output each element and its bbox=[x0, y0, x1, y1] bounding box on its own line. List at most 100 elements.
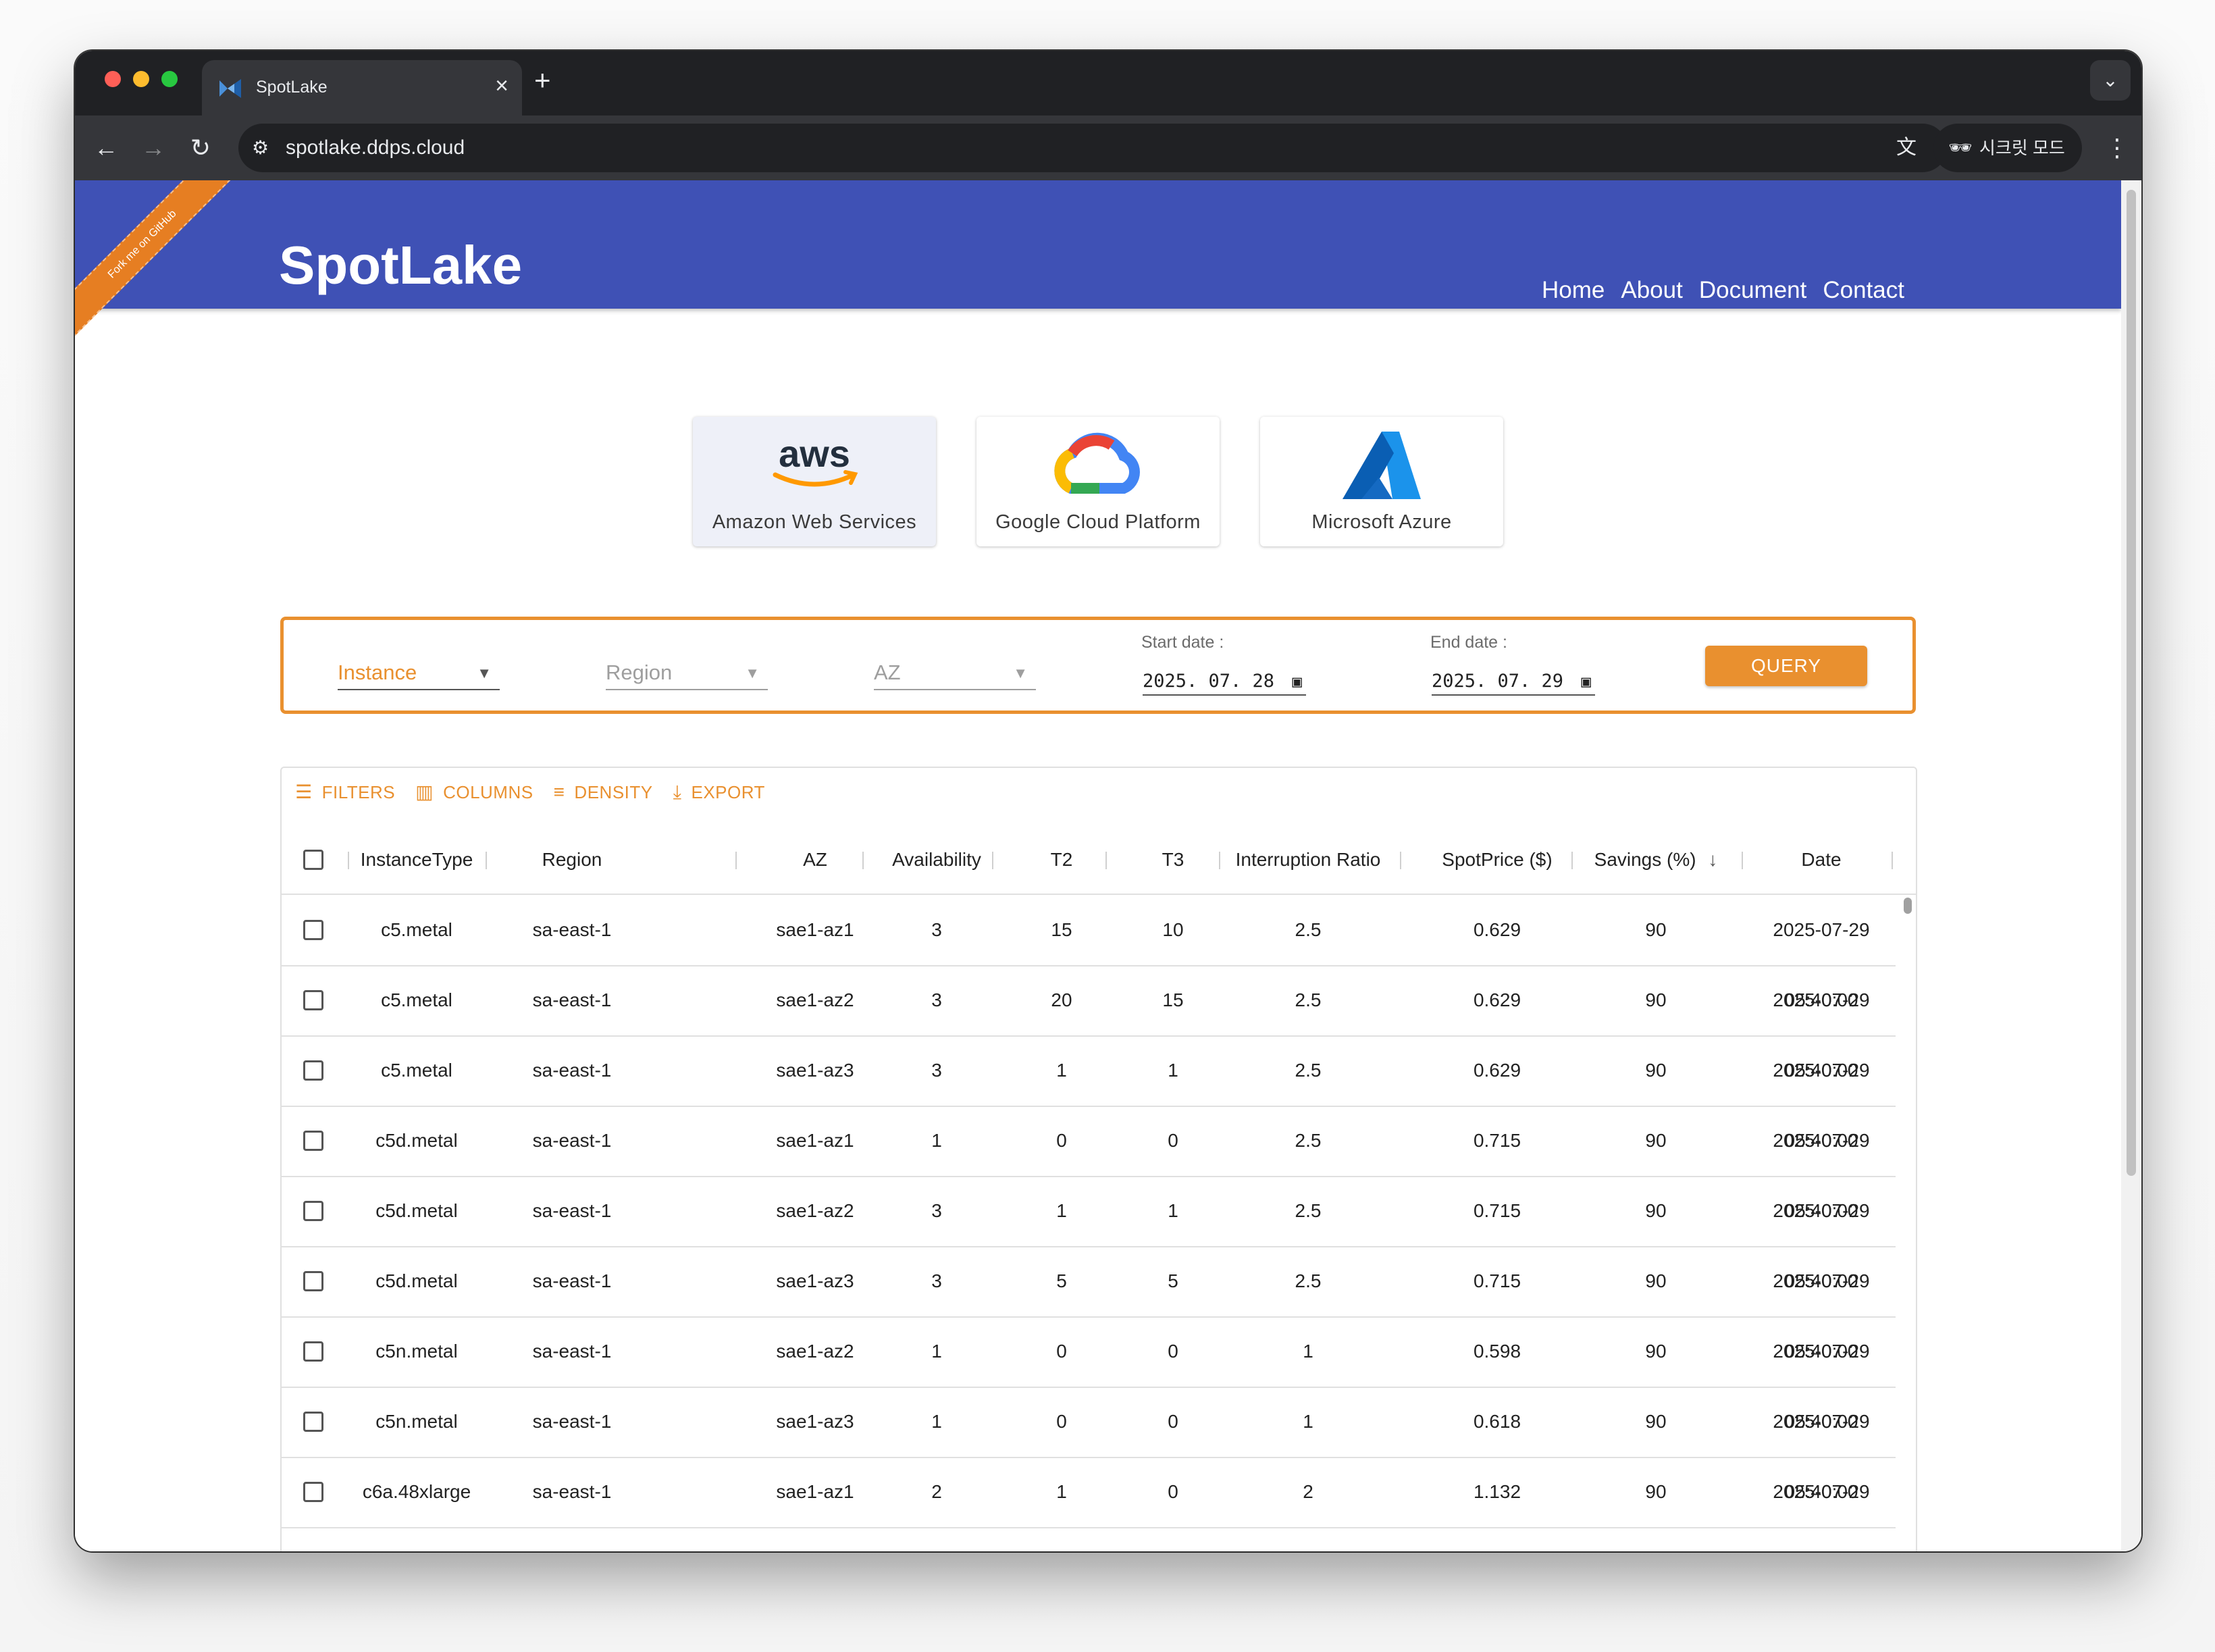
start-date-input[interactable]: 2025. 07. 28 ▣ bbox=[1143, 669, 1306, 696]
column-separator[interactable] bbox=[1105, 852, 1107, 869]
start-date-label: Start date : bbox=[1141, 633, 1224, 652]
filters-button[interactable]: ☰ FILTERS bbox=[295, 779, 395, 806]
column-separator[interactable] bbox=[735, 852, 737, 869]
app-header: Fork me on GitHub SpotLake Home About Do… bbox=[75, 180, 2121, 342]
site-info-icon[interactable]: ⚙ bbox=[252, 136, 276, 160]
columns-button[interactable]: ▥ COLUMNS bbox=[415, 779, 533, 806]
sort-descending-icon[interactable]: ↓ bbox=[1708, 849, 1717, 870]
query-button[interactable]: QUERY bbox=[1705, 646, 1867, 686]
translate-icon[interactable]: 文 bbox=[1893, 134, 1920, 161]
column-separator[interactable] bbox=[1742, 852, 1743, 869]
column-header-t3[interactable]: T3 bbox=[1119, 826, 1227, 894]
row-checkbox[interactable] bbox=[303, 920, 323, 940]
table-row[interactable]: c6a.48xlargesa-east-1sae1-az231121.13290… bbox=[282, 1527, 1896, 1551]
forward-button[interactable]: → bbox=[134, 129, 172, 167]
tab-close-icon[interactable]: × bbox=[495, 72, 509, 99]
row-checkbox[interactable] bbox=[303, 1341, 323, 1362]
table-row[interactable]: c5d.metal sa-east-1 sae1-az2 3 1 1 2.5 0.715 90 2… bbox=[282, 1176, 1896, 1291]
provider-card-azure[interactable]: Microsoft Azure bbox=[1260, 417, 1503, 546]
column-separator[interactable] bbox=[486, 852, 487, 869]
cell-interruption-ratio: 1 bbox=[1303, 1411, 1313, 1432]
cell-t2: 1 bbox=[1056, 1060, 1067, 1081]
calendar-icon[interactable]: ▣ bbox=[1582, 669, 1591, 694]
provider-card-gcp[interactable]: Google Cloud Platform bbox=[976, 417, 1220, 546]
new-tab-button[interactable]: + bbox=[534, 63, 551, 98]
table-row[interactable]: c5.metal sa-east-1 sae1-az1 3 15 10 2.5 0.629 90… bbox=[282, 895, 1896, 1010]
end-date-input[interactable]: 2025. 07. 29 ▣ bbox=[1432, 669, 1595, 696]
table-row[interactable]: c6a.48xlarge sa-east-1 sae1-az1 2 1 0 2 1.132 90… bbox=[282, 1457, 1896, 1528]
nav-about[interactable]: About bbox=[1621, 275, 1682, 306]
table-row[interactable]: c5.metal sa-east-1 sae1-az2 3 20 15 2.5 0.629 90… bbox=[282, 965, 1896, 1081]
column-separator[interactable] bbox=[1892, 852, 1893, 869]
tab-search-button[interactable]: ⌄ bbox=[2090, 60, 2131, 101]
cell-t2: 15 bbox=[1051, 919, 1072, 940]
cell-spotprice: 0.715 bbox=[1473, 1270, 1521, 1291]
instance-select-label: Instance bbox=[338, 661, 417, 684]
column-separator[interactable] bbox=[1400, 852, 1401, 869]
cell-savings: 90 bbox=[1645, 989, 1667, 1010]
column-header-t2[interactable]: T2 bbox=[1004, 826, 1119, 894]
cell-instancetype: c5n.metal bbox=[375, 1411, 458, 1432]
table-row[interactable]: c5d.metal sa-east-1 sae1-az1 1 0 0 2.5 0.715 90 2… bbox=[282, 1106, 1896, 1221]
cell-interruption-ratio: 2.5 bbox=[1295, 1060, 1322, 1081]
nav-document[interactable]: Document bbox=[1699, 275, 1807, 306]
column-header-region[interactable]: Region bbox=[498, 826, 646, 894]
nav-contact[interactable]: Contact bbox=[1823, 275, 1904, 306]
page-scroll-thumb[interactable] bbox=[2127, 190, 2136, 1176]
zoom-window-button[interactable] bbox=[161, 71, 178, 87]
brand-title[interactable]: SpotLake bbox=[279, 233, 522, 298]
provider-card-aws[interactable]: aws Amazon Web Services bbox=[693, 417, 936, 546]
column-separator[interactable] bbox=[1571, 852, 1573, 869]
row-checkbox[interactable] bbox=[303, 1412, 323, 1432]
row-checkbox[interactable] bbox=[303, 990, 323, 1010]
az-select[interactable]: AZ ▼ bbox=[874, 655, 1036, 690]
table-row[interactable]: c5.metal sa-east-1 sae1-az3 3 1 1 2.5 0.629 90 20… bbox=[282, 1035, 1896, 1151]
aws-logo-text: aws bbox=[779, 432, 850, 475]
column-header-instancetype[interactable]: InstanceType bbox=[349, 826, 484, 894]
select-all-checkbox[interactable] bbox=[303, 850, 323, 870]
column-header-savings[interactable]: Savings (%) ↓ bbox=[1585, 826, 1727, 894]
cell-instancetype: c5.metal bbox=[381, 919, 452, 940]
cell-t2: 0 bbox=[1056, 1341, 1067, 1362]
reload-button[interactable]: ↻ bbox=[182, 129, 219, 167]
column-separator[interactable] bbox=[1219, 852, 1220, 869]
column-header-date[interactable]: Date bbox=[1754, 826, 1889, 894]
grid-scrollbar[interactable] bbox=[1901, 895, 1914, 1551]
cell-instancetype: c6a.48xlarge bbox=[349, 1527, 484, 1551]
column-separator[interactable] bbox=[862, 852, 864, 869]
back-button[interactable]: ← bbox=[87, 129, 125, 167]
row-checkbox[interactable] bbox=[303, 1201, 323, 1221]
cell-availability: 1 bbox=[931, 1341, 942, 1362]
columns-icon: ▥ bbox=[415, 781, 434, 802]
close-window-button[interactable] bbox=[105, 71, 121, 87]
table-row[interactable]: c5n.metal sa-east-1 sae1-az2 1 0 0 1 0.598 90 202… bbox=[282, 1316, 1896, 1432]
row-checkbox[interactable] bbox=[303, 1482, 323, 1502]
nav-home[interactable]: Home bbox=[1542, 275, 1605, 306]
density-button[interactable]: ≡ DENSITY bbox=[554, 779, 653, 806]
browser-menu-icon[interactable]: ⋮ bbox=[2098, 129, 2136, 167]
table-row[interactable]: c5n.metal sa-east-1 sae1-az3 1 0 0 1 0.618 90 202… bbox=[282, 1387, 1896, 1502]
cell-availability: 1 bbox=[931, 1130, 942, 1151]
region-select[interactable]: Region ▼ bbox=[606, 655, 768, 690]
instance-select[interactable]: Instance ▼ bbox=[338, 655, 500, 690]
column-header-interruption-ratio[interactable]: Interruption Ratio bbox=[1227, 826, 1389, 894]
cell-region: sa-east-1 bbox=[532, 1411, 612, 1432]
grid-scroll-thumb[interactable] bbox=[1904, 898, 1912, 914]
minimize-window-button[interactable] bbox=[133, 71, 149, 87]
calendar-icon[interactable]: ▣ bbox=[1293, 669, 1302, 694]
dropdown-arrow-icon: ▼ bbox=[745, 665, 760, 681]
row-checkbox[interactable] bbox=[303, 1060, 323, 1081]
export-button[interactable]: ⤓ EXPORT bbox=[673, 779, 765, 806]
cell-az: sae1-az2 bbox=[748, 1527, 883, 1551]
page-scrollbar[interactable] bbox=[2121, 180, 2141, 1551]
row-checkbox[interactable] bbox=[303, 1131, 323, 1151]
address-bar[interactable]: ⚙ spotlake.ddps.cloud 文 ☆ bbox=[238, 124, 1957, 172]
browser-tab[interactable]: SpotLake × bbox=[202, 60, 522, 115]
column-header-availability[interactable]: Availability bbox=[876, 826, 997, 894]
row-checkbox[interactable] bbox=[303, 1271, 323, 1291]
column-header-spotprice[interactable]: SpotPrice ($) bbox=[1416, 826, 1578, 894]
github-ribbon[interactable]: Fork me on GitHub bbox=[75, 180, 240, 342]
column-separator[interactable] bbox=[992, 852, 993, 869]
table-row[interactable]: c5d.metal sa-east-1 sae1-az3 3 5 5 2.5 0.715 90 2… bbox=[282, 1246, 1896, 1362]
incognito-indicator[interactable]: 🕶 시크릿 모드 bbox=[1933, 124, 2082, 172]
